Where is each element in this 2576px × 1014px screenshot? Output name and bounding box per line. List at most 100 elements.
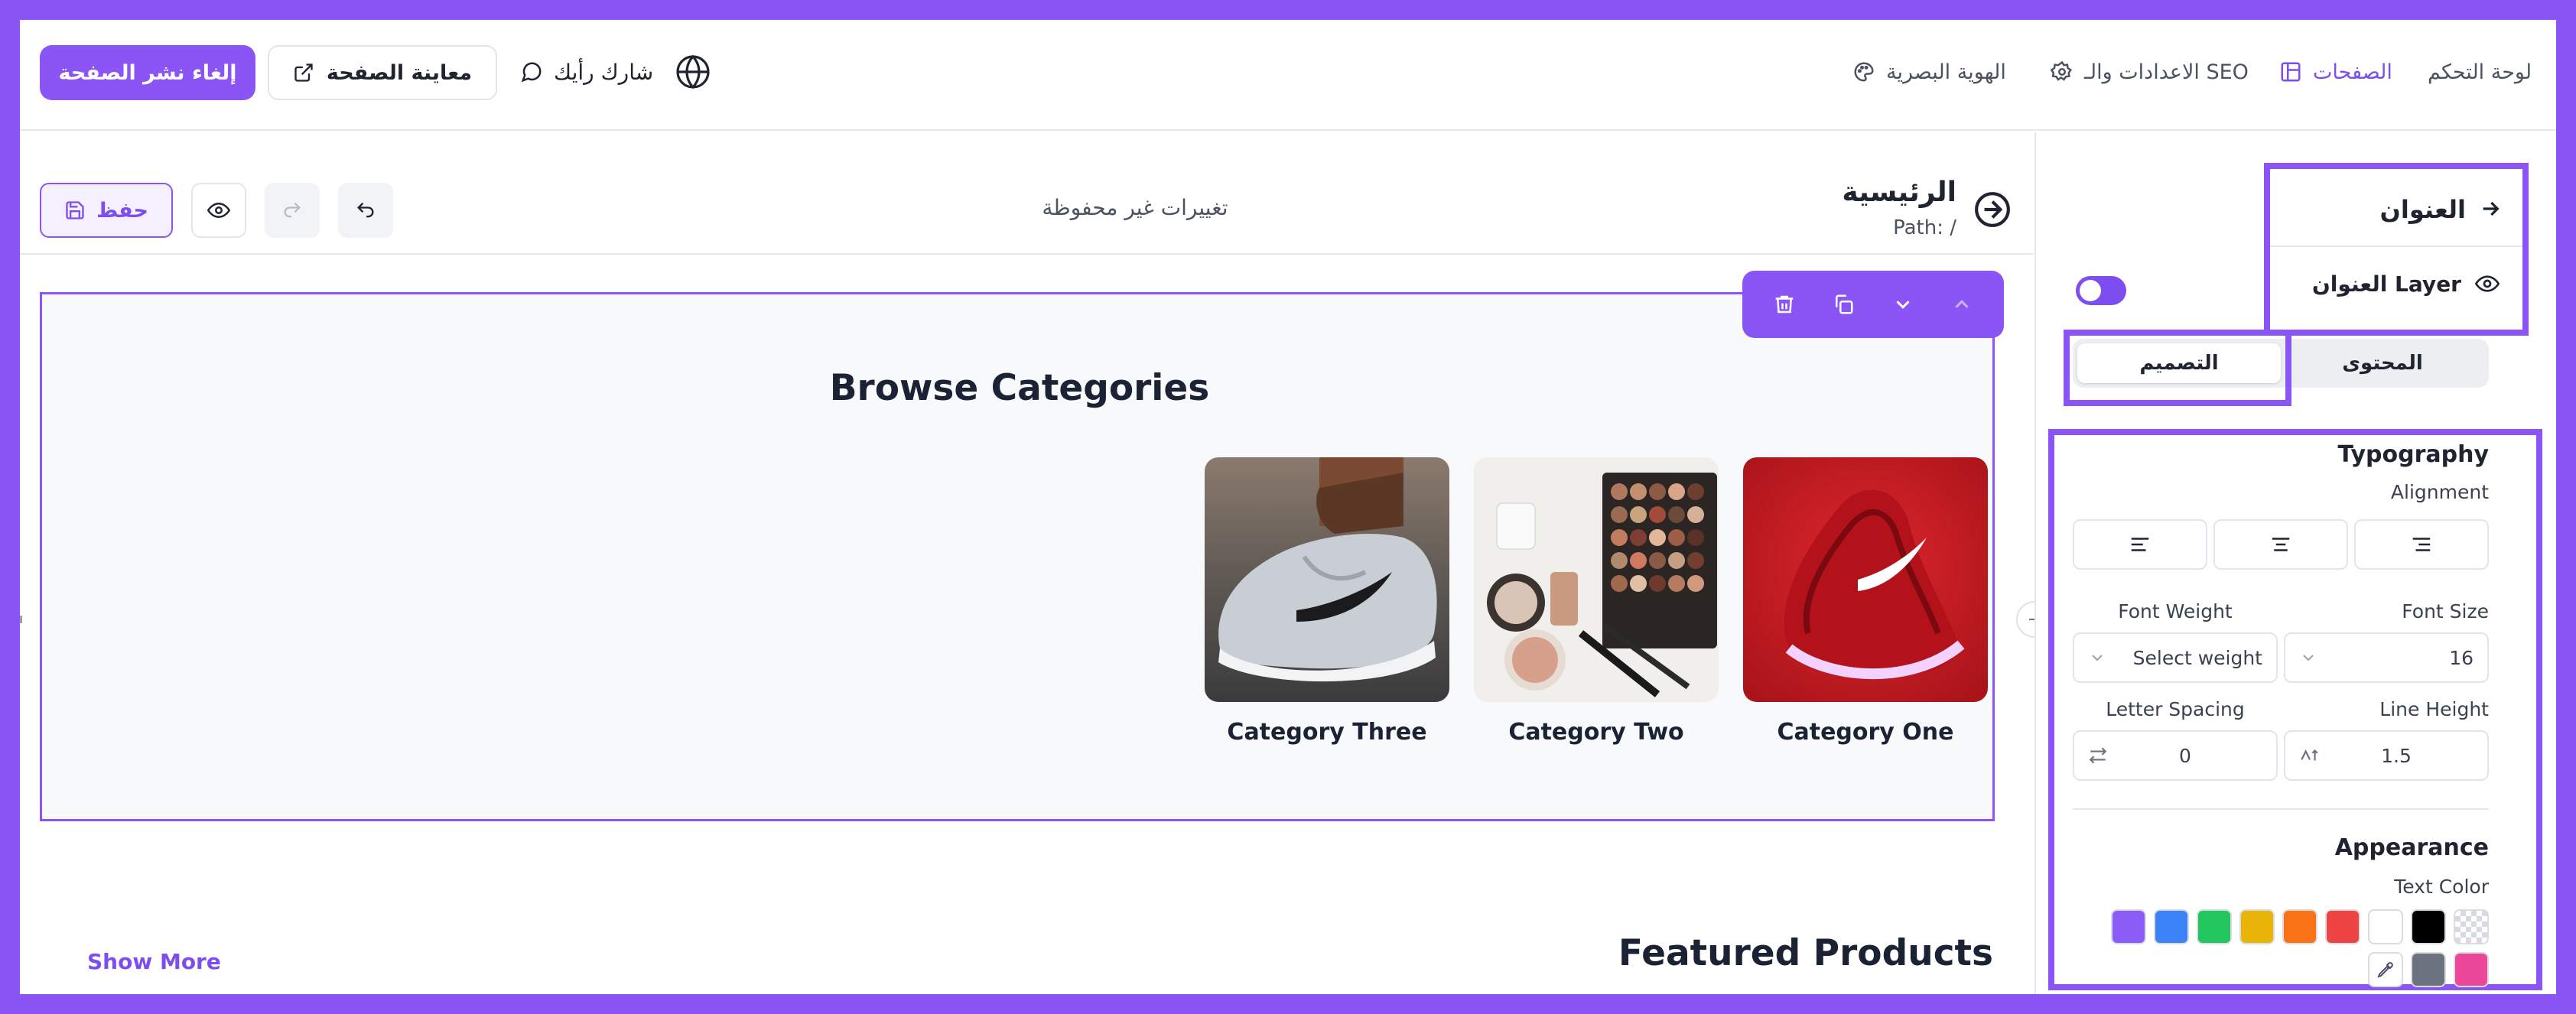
category-card[interactable]: Category One (1743, 457, 1988, 746)
top-bar: لوحة التحكم الصفحات الاعدادات والـ SEO ا… (20, 20, 2556, 131)
palette-icon (1852, 60, 1875, 83)
eye-icon[interactable] (2475, 271, 2500, 296)
category-label: Category One (1777, 719, 1954, 746)
swatch-green[interactable] (2197, 909, 2232, 944)
chevron-down-icon (2088, 648, 2106, 667)
layer-label: العنوان Layer (2311, 271, 2461, 297)
eyedropper-icon (2376, 960, 2395, 979)
color-picker-button[interactable] (2368, 952, 2403, 987)
save-icon (64, 200, 86, 221)
featured-products-title: Featured Products (1618, 932, 1993, 974)
font-size-label: Font Size (2402, 600, 2489, 622)
category-card[interactable]: Category Two (1474, 457, 1719, 746)
chat-bubble-icon (520, 60, 543, 83)
layer-row: العنوان Layer (2270, 256, 2522, 317)
align-right-button[interactable] (2354, 519, 2489, 570)
save-label: حفظ (96, 198, 148, 223)
swatch-black[interactable] (2411, 909, 2446, 944)
feedback-label: شارك رأيك (554, 59, 654, 85)
appearance-title: Appearance (2334, 834, 2489, 861)
redo-icon (281, 200, 303, 221)
font-weight-label: Font Weight (2118, 600, 2233, 622)
alignment-label: Alignment (2390, 481, 2489, 503)
duplicate-icon[interactable] (1832, 293, 1855, 316)
chevron-down-icon[interactable] (1891, 293, 1914, 316)
color-swatches-row-1 (2097, 909, 2489, 949)
selected-block-categories[interactable]: Browse Categories Category One Category … (40, 292, 1995, 821)
preview-page-label: معاينة الصفحة (326, 60, 473, 85)
swatch-blue[interactable] (2154, 909, 2189, 944)
block-toolbar (1742, 271, 2004, 338)
color-swatches-row-2 (2097, 952, 2489, 992)
pages-icon (2279, 60, 2302, 83)
carousel-prev-handle[interactable] (20, 616, 26, 623)
unpublish-label: إلغاء نشر الصفحة (58, 60, 237, 85)
nav-settings-label: الاعدادات والـ SEO (2084, 60, 2249, 84)
align-left-button[interactable] (2073, 519, 2207, 570)
toggle-knob (2080, 280, 2101, 301)
align-left-icon (2129, 533, 2152, 556)
element-title: العنوان (2379, 195, 2466, 224)
font-weight-value: Select weight (2132, 646, 2262, 669)
category-label: Category Three (1227, 719, 1427, 746)
tab-design-highlight (2064, 330, 2291, 406)
swatch-pink[interactable] (2454, 952, 2489, 987)
save-button[interactable]: حفظ (40, 183, 173, 238)
swatch-red[interactable] (2325, 909, 2360, 944)
redo-button[interactable] (265, 183, 320, 238)
nav-pages-label: الصفحات (2313, 60, 2392, 84)
chevron-up-icon[interactable] (1950, 293, 1973, 316)
category-label: Category Two (1508, 719, 1684, 746)
line-height-label: Line Height (2379, 698, 2489, 720)
nav-identity[interactable]: الهوية البصرية (1852, 55, 2006, 89)
unsaved-changes-text: تغييرات غير محفوظة (1042, 195, 1228, 220)
swatch-transparent[interactable] (2454, 909, 2489, 944)
swap-arrows-icon (2088, 746, 2108, 765)
swatch-purple[interactable] (2111, 909, 2146, 944)
letter-spacing-label: Letter Spacing (2106, 698, 2245, 720)
element-header: العنوان (2270, 169, 2522, 247)
page-title: الرئيسية (1842, 177, 1956, 208)
letter-spacing-input[interactable]: 0 (2073, 730, 2278, 781)
swatch-gray[interactable] (2411, 952, 2446, 987)
trash-icon[interactable] (1773, 293, 1796, 316)
tab-content[interactable]: المحتوى (2281, 343, 2484, 383)
text-color-label: Text Color (2394, 876, 2489, 898)
feedback-button[interactable]: شارك رأيك (520, 55, 653, 89)
preview-eye-button[interactable] (191, 183, 246, 238)
app-window: لوحة التحكم الصفحات الاعدادات والـ SEO ا… (20, 20, 2556, 994)
nav-identity-label: الهوية البصرية (1886, 60, 2006, 84)
nav-pages[interactable]: الصفحات (2279, 55, 2392, 89)
category-card[interactable]: Category Three (1205, 457, 1449, 746)
gear-icon (2051, 60, 2073, 83)
category-image-makeup-palette (1474, 457, 1719, 702)
undo-button[interactable] (338, 183, 393, 238)
nav-dashboard[interactable]: لوحة التحكم (2428, 55, 2532, 89)
swatch-orange[interactable] (2282, 909, 2317, 944)
eye-icon (207, 199, 230, 222)
properties-panel: العنوان العنوان Layer المحتوى التصميم Ty… (2034, 132, 2556, 994)
chevron-down-icon (2299, 648, 2317, 667)
globe-icon[interactable] (675, 54, 713, 92)
swatch-yellow[interactable] (2239, 909, 2275, 944)
typography-title: Typography (2337, 441, 2489, 468)
nav-settings[interactable]: الاعدادات والـ SEO (2051, 55, 2249, 89)
back-arrow-icon[interactable] (1973, 190, 2012, 229)
swatch-white[interactable] (2368, 909, 2403, 944)
line-height-value: 1.5 (2381, 744, 2412, 767)
arrow-right-icon[interactable] (2478, 197, 2503, 221)
divider (2073, 808, 2489, 810)
show-more-link[interactable]: Show More (87, 949, 221, 974)
unpublish-button[interactable]: إلغاء نشر الصفحة (40, 45, 255, 100)
font-size-value: 16 (2449, 646, 2474, 669)
layer-visibility-toggle[interactable] (2076, 276, 2126, 305)
font-size-input[interactable]: 16 (2284, 632, 2489, 683)
block-title[interactable]: Browse Categories (42, 367, 1997, 409)
undo-icon (355, 200, 376, 221)
align-center-button[interactable] (2213, 519, 2348, 570)
align-right-icon (2410, 533, 2433, 556)
line-height-input[interactable]: 1.5 (2284, 730, 2489, 781)
font-weight-select[interactable]: Select weight (2073, 632, 2278, 683)
line-height-icon (2299, 746, 2319, 765)
preview-page-button[interactable]: معاينة الصفحة (268, 45, 497, 100)
